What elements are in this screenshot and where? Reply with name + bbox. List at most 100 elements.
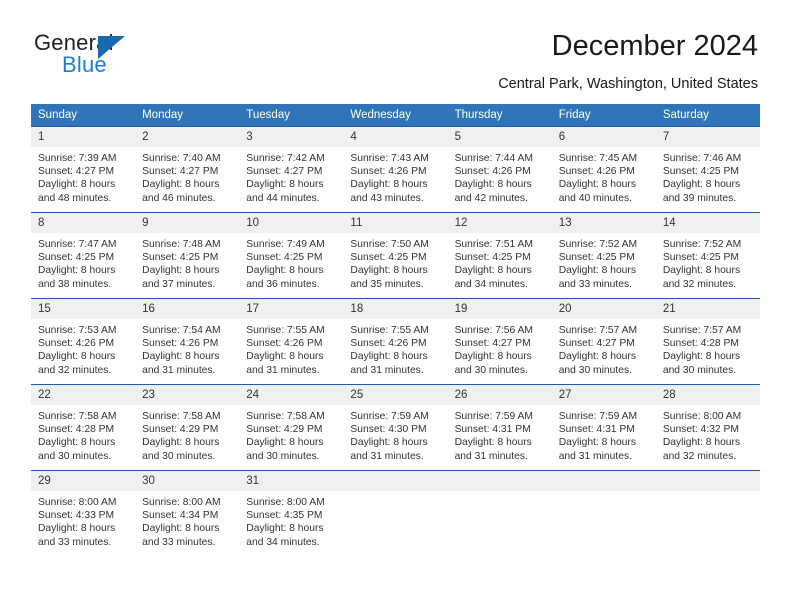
daylight-duration-line1: Daylight: 8 hours xyxy=(454,437,532,449)
calendar-day-cell[interactable]: 19 Sunrise: 7:56 AM Sunset: 4:27 PM Dayligh… xyxy=(447,298,552,385)
calendar-day-cell[interactable]: 8 Sunrise: 7:47 AM Sunset: 4:25 PM Daylight… xyxy=(31,212,136,299)
calendar-day-cell[interactable]: 7 Sunrise: 7:46 AM Sunset: 4:25 PM Daylight… xyxy=(655,126,760,213)
daylight-duration-line2: and 36 minutes. xyxy=(246,278,320,290)
daylight-duration-line2: and 33 minutes. xyxy=(142,536,216,548)
day-details: Sunrise: 7:58 AM Sunset: 4:28 PM Daylight:… xyxy=(31,405,135,463)
daylight-duration-line1: Daylight: 8 hours xyxy=(350,351,428,363)
day-number: 1 xyxy=(31,127,136,147)
day-number: 23 xyxy=(135,385,240,405)
sunrise-time: Sunrise: 8:00 AM xyxy=(142,497,221,508)
day-number: 13 xyxy=(551,213,656,233)
sunset-time: Sunset: 4:25 PM xyxy=(558,252,635,264)
calendar-day-cell[interactable]: 31 Sunrise: 8:00 AM Sunset: 4:35 PM Dayligh… xyxy=(239,470,344,556)
calendar-day-cell[interactable]: 28 Sunrise: 8:00 AM Sunset: 4:32 PM Dayligh… xyxy=(655,384,760,471)
calendar-day-cell[interactable]: 18 Sunrise: 7:55 AM Sunset: 4:26 PM Dayligh… xyxy=(343,298,448,385)
day-number: 3 xyxy=(239,127,344,147)
calendar-day-cell[interactable]: 11 Sunrise: 7:50 AM Sunset: 4:25 PM Dayligh… xyxy=(343,212,448,299)
daylight-duration-line2: and 30 minutes. xyxy=(558,364,632,376)
calendar-day-cell[interactable]: 23 Sunrise: 7:58 AM Sunset: 4:29 PM Dayligh… xyxy=(135,384,240,471)
daylight-duration-line2: and 32 minutes. xyxy=(662,278,737,290)
daylight-duration-line1: Daylight: 8 hours xyxy=(454,179,532,191)
calendar-day-cell[interactable]: 5 Sunrise: 7:44 AM Sunset: 4:26 PM Daylight… xyxy=(447,126,552,213)
calendar-day-cell[interactable]: 14 Sunrise: 7:52 AM Sunset: 4:25 PM Dayligh… xyxy=(655,212,760,299)
calendar-day-cell[interactable]: 1 Sunrise: 7:39 AM Sunset: 4:27 PM Daylight… xyxy=(31,126,136,213)
sunset-time: Sunset: 4:27 PM xyxy=(142,166,219,178)
sunset-time: Sunset: 4:32 PM xyxy=(662,424,739,436)
day-details: Sunrise: 7:55 AM Sunset: 4:26 PM Daylight:… xyxy=(343,319,447,377)
day-details: Sunrise: 7:54 AM Sunset: 4:26 PM Daylight:… xyxy=(135,319,239,377)
day-number: 5 xyxy=(447,127,552,147)
day-number: 26 xyxy=(447,385,552,405)
daylight-duration-line1: Daylight: 8 hours xyxy=(350,265,428,277)
daylight-duration-line2: and 30 minutes. xyxy=(38,450,112,462)
weekday-header-monday: Monday xyxy=(135,104,240,127)
daylight-duration-line1: Daylight: 8 hours xyxy=(38,351,116,363)
daylight-duration-line2: and 44 minutes. xyxy=(246,192,320,204)
calendar-day-cell[interactable]: 13 Sunrise: 7:52 AM Sunset: 4:25 PM Dayligh… xyxy=(551,212,656,299)
calendar-day-cell[interactable]: 21 Sunrise: 7:57 AM Sunset: 4:28 PM Dayligh… xyxy=(655,298,760,385)
sunset-time: Sunset: 4:30 PM xyxy=(350,424,427,436)
day-number: 2 xyxy=(135,127,240,147)
calendar-day-cell[interactable]: 12 Sunrise: 7:51 AM Sunset: 4:25 PM Dayligh… xyxy=(447,212,552,299)
calendar-day-cell[interactable]: 22 Sunrise: 7:58 AM Sunset: 4:28 PM Dayligh… xyxy=(31,384,136,471)
calendar-day-cell[interactable]: 6 Sunrise: 7:45 AM Sunset: 4:26 PM Daylight… xyxy=(551,126,656,213)
calendar-day-cell[interactable]: 27 Sunrise: 7:59 AM Sunset: 4:31 PM Dayligh… xyxy=(551,384,656,471)
sunset-time: Sunset: 4:31 PM xyxy=(558,424,635,436)
sunset-time: Sunset: 4:25 PM xyxy=(142,252,219,264)
daylight-duration-line1: Daylight: 8 hours xyxy=(38,437,116,449)
day-details: Sunrise: 7:52 AM Sunset: 4:25 PM Daylight:… xyxy=(552,233,656,291)
day-number xyxy=(447,471,552,491)
calendar-day-cell[interactable]: 9 Sunrise: 7:48 AM Sunset: 4:25 PM Daylight… xyxy=(135,212,240,299)
weekday-header-tuesday: Tuesday xyxy=(239,104,344,127)
day-details: Sunrise: 7:56 AM Sunset: 4:27 PM Daylight:… xyxy=(448,319,552,377)
weekday-header-sunday: Sunday xyxy=(31,104,136,127)
calendar-day-cell[interactable]: 24 Sunrise: 7:58 AM Sunset: 4:29 PM Dayligh… xyxy=(239,384,344,471)
sunset-time: Sunset: 4:26 PM xyxy=(246,338,323,350)
daylight-duration-line2: and 34 minutes. xyxy=(454,278,528,290)
sunrise-time: Sunrise: 8:00 AM xyxy=(246,497,325,508)
day-number: 6 xyxy=(551,127,656,147)
day-details: Sunrise: 7:48 AM Sunset: 4:25 PM Daylight:… xyxy=(135,233,239,291)
calendar-header-row: Sunday Monday Tuesday Wednesday Thursday… xyxy=(31,104,760,127)
day-number: 8 xyxy=(31,213,136,233)
calendar-day-cell[interactable]: 29 Sunrise: 8:00 AM Sunset: 4:33 PM Dayligh… xyxy=(31,470,136,556)
calendar-day-cell[interactable]: 17 Sunrise: 7:55 AM Sunset: 4:26 PM Dayligh… xyxy=(239,298,344,385)
sunset-time: Sunset: 4:27 PM xyxy=(558,338,635,350)
day-number: 7 xyxy=(655,127,760,147)
sunrise-time: Sunrise: 7:57 AM xyxy=(558,325,638,336)
daylight-duration-line1: Daylight: 8 hours xyxy=(38,265,116,277)
day-details: Sunrise: 7:40 AM Sunset: 4:27 PM Daylight:… xyxy=(135,147,239,205)
day-details: Sunrise: 7:59 AM Sunset: 4:31 PM Daylight:… xyxy=(448,405,552,463)
calendar-day-cell[interactable]: 30 Sunrise: 8:00 AM Sunset: 4:34 PM Dayligh… xyxy=(135,470,240,556)
daylight-duration-line2: and 32 minutes. xyxy=(38,364,112,376)
daylight-duration-line1: Daylight: 8 hours xyxy=(558,351,636,363)
page-header: General Blue December 2024 Central Park,… xyxy=(0,0,792,100)
day-details: Sunrise: 7:58 AM Sunset: 4:29 PM Daylight:… xyxy=(239,405,343,463)
calendar-day-cell[interactable]: 4 Sunrise: 7:43 AM Sunset: 4:26 PM Daylight… xyxy=(343,126,448,213)
calendar-day-cell[interactable]: 10 Sunrise: 7:49 AM Sunset: 4:25 PM Dayligh… xyxy=(239,212,344,299)
day-number: 31 xyxy=(239,471,344,491)
sunset-time: Sunset: 4:26 PM xyxy=(454,166,531,178)
calendar-day-cell[interactable]: 15 Sunrise: 7:53 AM Sunset: 4:26 PM Dayligh… xyxy=(31,298,136,385)
calendar-week-row: 15 Sunrise: 7:53 AM Sunset: 4:26 PM Dayligh… xyxy=(31,298,760,385)
calendar-day-cell[interactable]: 20 Sunrise: 7:57 AM Sunset: 4:27 PM Dayligh… xyxy=(551,298,656,385)
calendar-day-cell[interactable]: 16 Sunrise: 7:54 AM Sunset: 4:26 PM Dayligh… xyxy=(135,298,240,385)
day-details: Sunrise: 7:51 AM Sunset: 4:25 PM Daylight:… xyxy=(448,233,552,291)
calendar-day-cell[interactable]: 26 Sunrise: 7:59 AM Sunset: 4:31 PM Dayligh… xyxy=(447,384,552,471)
daylight-duration-line2: and 33 minutes. xyxy=(558,278,632,290)
day-details: Sunrise: 7:57 AM Sunset: 4:28 PM Daylight:… xyxy=(656,319,760,377)
calendar-day-cell[interactable]: 2 Sunrise: 7:40 AM Sunset: 4:27 PM Daylight… xyxy=(135,126,240,213)
day-details: Sunrise: 8:00 AM Sunset: 4:32 PM Daylight:… xyxy=(656,405,760,463)
sunrise-time: Sunrise: 7:44 AM xyxy=(454,153,533,164)
daylight-duration-line1: Daylight: 8 hours xyxy=(454,265,532,277)
sunrise-time: Sunrise: 7:59 AM xyxy=(558,411,638,422)
sunrise-time: Sunrise: 8:00 AM xyxy=(662,411,742,422)
calendar-page: General Blue December 2024 Central Park,… xyxy=(0,0,792,612)
day-details: Sunrise: 7:59 AM Sunset: 4:31 PM Daylight:… xyxy=(552,405,656,463)
weekday-header-wednesday: Wednesday xyxy=(343,104,448,127)
day-number: 27 xyxy=(551,385,656,405)
daylight-duration-line1: Daylight: 8 hours xyxy=(246,265,324,277)
calendar-day-cell[interactable]: 25 Sunrise: 7:59 AM Sunset: 4:30 PM Dayligh… xyxy=(343,384,448,471)
day-number: 15 xyxy=(31,299,136,319)
calendar-day-cell[interactable]: 3 Sunrise: 7:42 AM Sunset: 4:27 PM Daylight… xyxy=(239,126,344,213)
